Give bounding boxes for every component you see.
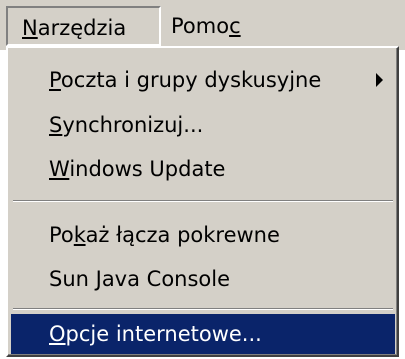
menu-narzedzia[interactable]: Narzędzia [6, 6, 161, 46]
menu-item-windows-update-mnemonic: W [49, 157, 70, 181]
menu-item-poczta-mnemonic: P [49, 68, 61, 92]
menu-item-sun-java-console-label: Sun Java Console [49, 267, 231, 291]
menu-pomoc-mnemonic: c [229, 14, 241, 38]
menu-separator [13, 308, 393, 310]
menu-narzedzia-mnemonic: N [22, 16, 38, 40]
menu-item-synchronizuj-post: ynchronizuj... [62, 113, 204, 137]
menu-item-pokaz-lacza-post: aż łącza pokrewne [85, 223, 280, 247]
menu-item-pokaz-lacza-pre: Po [49, 223, 74, 247]
menu-item-sun-java-console[interactable]: Sun Java Console [11, 259, 395, 299]
menu-item-opcje-internetowe-post: pcje internetowe... [65, 322, 262, 346]
menu-separator [13, 200, 393, 202]
menu-pomoc-pre: Pomo [171, 14, 230, 38]
tools-dropdown-menu: Poczta i grupy dyskusyjne Synchronizuj..… [6, 46, 399, 357]
menu-pomoc[interactable]: Pomoc [161, 6, 271, 46]
menu-item-windows-update-post: indows Update [69, 157, 226, 181]
menu-item-pokaz-lacza-mnemonic: k [73, 223, 86, 247]
menu-bar: Narzędzia Pomoc [0, 0, 405, 50]
menu-item-windows-update[interactable]: Windows Update [11, 149, 395, 189]
menu-item-poczta-post: oczta i grupy dyskusyjne [60, 68, 322, 92]
menu-item-synchronizuj-mnemonic: S [49, 113, 63, 137]
menu-narzedzia-post: arzędzia [37, 16, 127, 40]
menu-item-synchronizuj[interactable]: Synchronizuj... [11, 105, 395, 145]
submenu-arrow-icon [376, 73, 383, 87]
menu-item-opcje-internetowe-mnemonic: O [49, 322, 66, 346]
menu-item-pokaz-lacza[interactable]: Pokaż łącza pokrewne [11, 215, 395, 255]
menu-item-opcje-internetowe[interactable]: Opcje internetowe... [11, 314, 395, 354]
menu-item-poczta[interactable]: Poczta i grupy dyskusyjne [11, 60, 395, 100]
